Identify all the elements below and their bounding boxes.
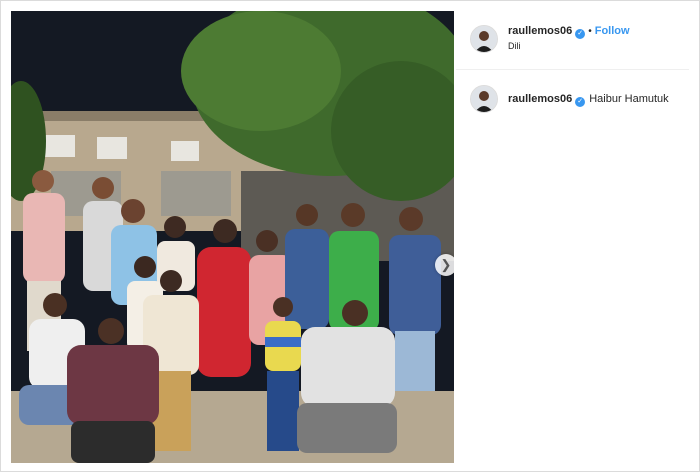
post-photo[interactable]: ❯ xyxy=(11,11,454,463)
follow-button[interactable]: Follow xyxy=(595,25,630,37)
verified-badge-icon: ✓ xyxy=(575,97,586,107)
post-header: raullemos06 ✓ • Follow Dili xyxy=(456,11,689,70)
location-link[interactable]: Dili xyxy=(508,41,521,51)
chevron-right-icon: ❯ xyxy=(440,257,452,272)
header-user-line: raullemos06 ✓ • Follow xyxy=(508,25,630,39)
avatar[interactable] xyxy=(470,85,498,113)
avatar[interactable] xyxy=(470,25,498,53)
group-photo-image xyxy=(11,11,454,463)
profile-photo-icon xyxy=(471,86,497,112)
profile-photo-icon xyxy=(471,26,497,52)
caption-line: raullemos06 ✓ Haibur Hamutuk xyxy=(508,93,669,107)
next-photo-button[interactable]: ❯ xyxy=(435,254,454,276)
instagram-post-embed: ❯ raullemos06 ✓ • Follow Dili raullemos0… xyxy=(0,0,700,472)
verified-badge-icon: ✓ xyxy=(575,29,586,39)
username-link[interactable]: raullemos06 xyxy=(508,25,572,37)
caption-username-link[interactable]: raullemos06 xyxy=(508,93,572,105)
caption-text: Haibur Hamutuk xyxy=(589,93,669,105)
separator-dot: • xyxy=(588,26,592,37)
post-side-panel: raullemos06 ✓ • Follow Dili raullemos06 ✓ Hai… xyxy=(456,11,689,461)
